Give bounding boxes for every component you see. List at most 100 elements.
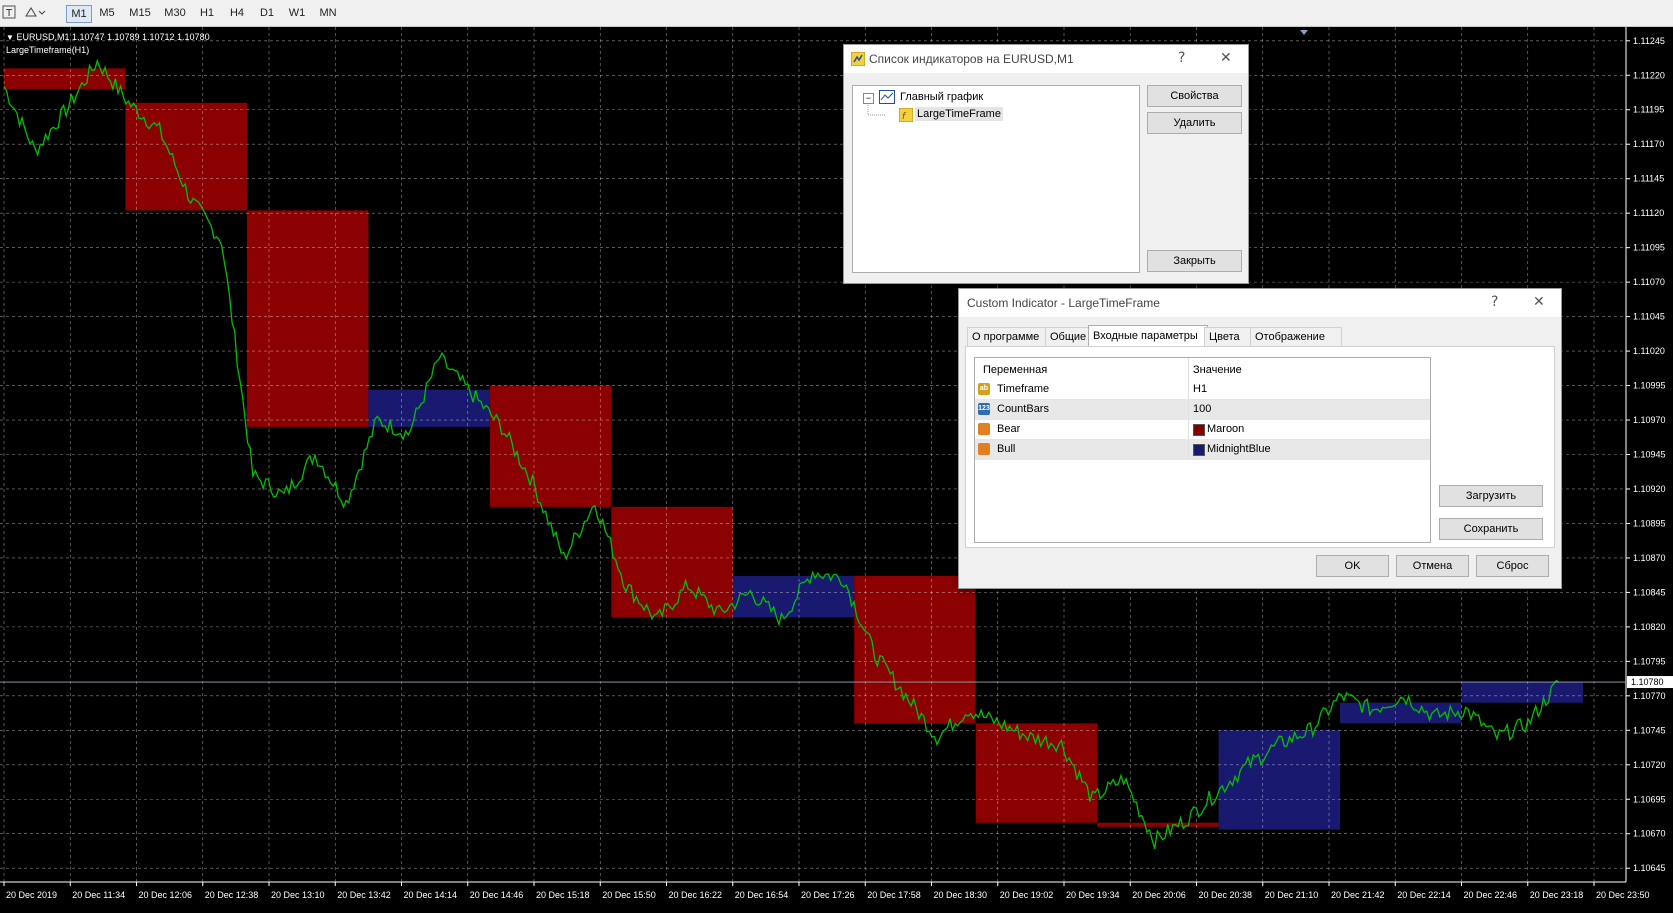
price-axis-label: 1.10670	[1633, 829, 1666, 839]
time-axis-label: 20 Dec 15:18	[536, 890, 590, 900]
time-axis-label: 20 Dec 19:34	[1066, 890, 1120, 900]
price-axis-label: 1.11095	[1633, 243, 1665, 253]
timeframe-button-w1[interactable]: W1	[284, 5, 310, 21]
tree-connector	[867, 105, 885, 116]
price-axis-label: 1.11195	[1633, 105, 1664, 115]
time-axis-label: 20 Dec 12:06	[139, 890, 193, 900]
tab-2[interactable]: Входные параметры	[1088, 325, 1208, 347]
tab-0[interactable]: О программе	[967, 327, 1049, 346]
price-axis-label: 1.11220	[1633, 70, 1665, 80]
time-axis-label: 20 Dec 11:34	[72, 890, 125, 900]
time-axis-label: 20 Dec 13:10	[271, 890, 325, 900]
tab-3[interactable]: Цвета	[1204, 327, 1254, 346]
price-axis-label: 1.10820	[1633, 622, 1666, 632]
chart-symbol-header: ▼ EURUSD,M1 1.10747 1.10789 1.10712 1.10…	[6, 32, 210, 42]
dialog-title: Список индикаторов на EURUSD,M1	[869, 52, 1074, 66]
column-divider	[1188, 380, 1189, 399]
time-axis-label: 20 Dec 17:58	[867, 890, 921, 900]
properties-button[interactable]: Свойства	[1147, 85, 1242, 107]
price-axis-label: 1.10995	[1633, 381, 1666, 391]
time-axis-label: 20 Dec 23:50	[1596, 890, 1650, 900]
dropdown-triangle-icon[interactable]: ▼	[6, 33, 14, 42]
htf-candle-box	[4, 68, 126, 90]
price-axis-label: 1.10920	[1633, 484, 1666, 494]
column-divider	[1188, 440, 1189, 459]
timeframe-button-h1[interactable]: H1	[194, 5, 220, 21]
price-axis-label: 1.10745	[1633, 725, 1666, 735]
help-button[interactable]: ?	[1491, 294, 1498, 310]
param-value[interactable]: MidnightBlue	[1207, 443, 1271, 455]
close-icon[interactable]: ✕	[1220, 50, 1232, 66]
time-axis-label: 20 Dec 17:26	[801, 890, 855, 900]
price-axis-label: 1.10720	[1633, 760, 1666, 770]
text-tool-icon[interactable]: T	[2, 5, 16, 23]
timeframe-button-d1[interactable]: D1	[254, 5, 280, 21]
time-axis-label: 20 Dec 16:22	[669, 890, 723, 900]
color-swatch	[1193, 424, 1205, 436]
param-row[interactable]: Bull MidnightBlue	[975, 440, 1430, 460]
timeframe-button-m5[interactable]: M5	[94, 5, 120, 21]
price-axis-label: 1.10795	[1633, 656, 1666, 666]
timeframe-button-m15[interactable]: M15	[124, 5, 156, 21]
help-button[interactable]: ?	[1178, 50, 1185, 66]
string-param-icon: ab	[978, 383, 990, 395]
indicator-name-label: LargeTimeframe(H1)	[6, 45, 90, 55]
indicators-list-dialog: Список индикаторов на EURUSD,M1 ? ✕ − Гл…	[843, 44, 1249, 284]
custom-indicator-icon: f	[898, 107, 914, 125]
param-name: Bear	[997, 423, 1021, 435]
grid-header: Переменная Значение	[975, 358, 1430, 381]
indicator-tree[interactable]: − Главный график f LargeTimeFrame	[852, 85, 1140, 273]
param-row[interactable]: ab Timeframe H1	[975, 380, 1430, 400]
column-divider	[1188, 400, 1189, 419]
column-divider	[1188, 358, 1189, 380]
time-axis-label: 20 Dec 23:18	[1530, 890, 1584, 900]
timeframe-button-h4[interactable]: H4	[224, 5, 250, 21]
htf-candle-box	[1461, 682, 1583, 703]
tab-4[interactable]: Отображение	[1250, 327, 1342, 346]
param-row[interactable]: Bear Maroon	[975, 420, 1430, 440]
price-axis-label: 1.11170	[1633, 139, 1664, 149]
param-value[interactable]: H1	[1193, 383, 1207, 395]
param-name: Timeframe	[997, 383, 1050, 395]
close-icon[interactable]: ✕	[1533, 294, 1545, 310]
load-button[interactable]: Загрузить	[1439, 485, 1543, 507]
dialog-titlebar: Список индикаторов на EURUSD,M1 ? ✕	[844, 45, 1248, 73]
price-axis-label: 1.10845	[1633, 587, 1666, 597]
price-axis-label: 1.11070	[1633, 277, 1665, 287]
time-axis-label: 20 Dec 19:02	[1000, 890, 1054, 900]
timeframe-button-m30[interactable]: M30	[160, 5, 190, 21]
htf-candle-box	[246, 210, 369, 427]
price-axis-label: 1.10945	[1633, 450, 1666, 460]
column-header-value: Значение	[1193, 364, 1242, 376]
save-button[interactable]: Сохранить	[1439, 518, 1543, 540]
ok-button[interactable]: OK	[1316, 555, 1389, 577]
reset-button[interactable]: Сброс	[1476, 555, 1549, 577]
time-axis-label: 20 Dec 14:14	[404, 890, 458, 900]
price-axis-label: 1.11045	[1633, 312, 1665, 322]
timeframe-button-m1[interactable]: M1	[66, 5, 92, 23]
app-icon	[850, 51, 866, 69]
tree-item-main-chart[interactable]: Главный график	[900, 91, 983, 103]
delete-button[interactable]: Удалить	[1147, 112, 1242, 134]
param-row[interactable]: 123 CountBars 100	[975, 400, 1430, 420]
price-axis-label: 1.10645	[1633, 863, 1666, 873]
collapse-icon[interactable]: −	[863, 93, 874, 104]
params-grid[interactable]: Переменная Значение ab Timeframe H1 123 Coun…	[974, 357, 1431, 543]
time-axis-label: 20 Dec 15:50	[602, 890, 656, 900]
tab-1[interactable]: Общие	[1045, 327, 1092, 346]
time-axis-label: 20 Dec 13:42	[337, 890, 391, 900]
shapes-tool-icon[interactable]	[24, 5, 46, 23]
close-button[interactable]: Закрыть	[1147, 250, 1242, 272]
time-axis-label: 20 Dec 22:14	[1397, 890, 1451, 900]
time-axis-label: 20 Dec 20:38	[1199, 890, 1253, 900]
tab-bar: О программе Общие Входные параметры Цвета От…	[967, 325, 1553, 347]
param-value[interactable]: Maroon	[1207, 423, 1244, 435]
tree-item-largetimeframe[interactable]: LargeTimeFrame	[915, 107, 1003, 121]
price-axis-label: 1.10970	[1633, 415, 1666, 425]
param-value[interactable]: 100	[1193, 403, 1211, 415]
timeframe-button-mn[interactable]: MN	[314, 5, 342, 21]
current-price-label: 1.10780	[1631, 677, 1664, 687]
cancel-button[interactable]: Отмена	[1396, 555, 1469, 577]
integer-param-icon: 123	[978, 403, 990, 415]
price-axis-label: 1.10870	[1633, 553, 1666, 563]
